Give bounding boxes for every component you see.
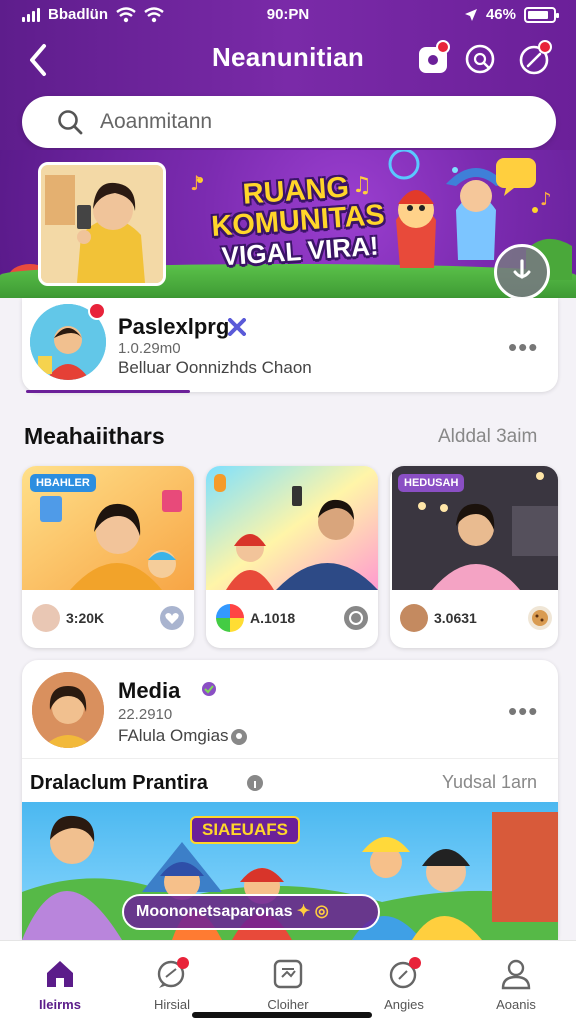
active-tab-indicator — [26, 390, 190, 393]
video-card[interactable]: HEDUSAH 3.0631 — [390, 466, 558, 648]
battery-percent: 46% — [485, 6, 516, 23]
cookie-button[interactable] — [528, 606, 552, 630]
nav-label: Cloiher — [267, 997, 309, 1012]
microphone-icon — [513, 259, 531, 279]
location-icon — [464, 8, 477, 21]
share-button[interactable] — [344, 606, 368, 630]
video-stat: A.1018 — [250, 610, 296, 626]
notification-badge-2 — [538, 40, 552, 54]
verified-icon — [228, 318, 246, 336]
avatar[interactable] — [32, 672, 104, 748]
camera-button[interactable] — [416, 40, 450, 76]
video-stat: 3:20K — [66, 610, 105, 626]
search-header-button[interactable] — [464, 42, 498, 76]
video-tag — [214, 474, 226, 492]
nav-label: Angies — [384, 997, 424, 1012]
nav-home[interactable]: Ileirms — [10, 957, 110, 1017]
svg-text:♪: ♪ — [190, 171, 203, 195]
feature-title: Dralaclum Prantira — [30, 772, 208, 794]
video-stat: 3.0631 — [434, 610, 477, 626]
media-icon — [273, 959, 303, 989]
search-bar[interactable] — [22, 96, 556, 148]
banner-headline: RUANG KOMUNITAS VIGAL VIRA! — [205, 170, 391, 272]
woman-avatar-illustration — [32, 672, 104, 748]
video-tag: HBAHLER — [30, 474, 96, 492]
home-indicator — [192, 1012, 372, 1018]
info-icon — [247, 775, 263, 791]
nav-notifications[interactable]: Angies — [354, 957, 454, 1017]
bell-icon — [389, 957, 421, 989]
search-icon — [58, 110, 83, 135]
emoji-icon — [349, 611, 363, 625]
header: Bbadlün 90:PN 46% Neanunitian — [0, 0, 576, 156]
woman-with-phone-illustration — [41, 165, 163, 283]
post-author[interactable]: Media — [118, 678, 180, 704]
mini-avatar — [32, 604, 60, 632]
see-all-link[interactable]: Alddal 3aim — [438, 426, 537, 448]
profile-icon — [501, 959, 531, 990]
post-card[interactable]: Paslexlprg 1.0.29m0 Belluar Oonnizhds Ch… — [22, 298, 558, 393]
nav-profile[interactable]: Aoanis — [466, 957, 566, 1017]
video-tag: HEDUSAH — [398, 474, 465, 492]
divider — [22, 758, 558, 759]
feature-caption: Moononetsaparonas ✦ ◎ — [122, 894, 380, 930]
avatar-badge — [88, 302, 106, 320]
verified-icon — [202, 682, 216, 696]
cookie-icon — [532, 610, 548, 626]
mini-avatar — [400, 604, 428, 632]
status-bar: Bbadlün 90:PN 46% — [0, 6, 576, 30]
community-banner[interactable]: ♪ ♫ ♪ RUANG KOMUNITAS VIGAL VIRA! — [0, 150, 576, 298]
feature-media[interactable]: SIAEUAFS Moononetsaparonas ✦ ◎ — [22, 802, 558, 940]
video-card[interactable]: A.1018 — [206, 466, 378, 648]
home-icon — [47, 961, 73, 987]
post-subtitle: FAlula Omgias — [118, 726, 229, 745]
post-timestamp: 1.0.29m0 — [118, 340, 181, 357]
nav-label: Hirsial — [153, 997, 191, 1012]
nav-chat[interactable]: Hirsial — [122, 957, 222, 1017]
emoji-icon: ✦ ◎ — [296, 903, 329, 920]
search-input[interactable] — [100, 104, 520, 140]
group-icon — [231, 729, 247, 745]
nav-label: Aoanis — [496, 997, 536, 1012]
chat-icon — [157, 957, 189, 988]
post-timestamp: 22.2910 — [118, 706, 173, 723]
post-card[interactable]: Media 22.2910 FAlula Omgias ••• Dralaclu… — [22, 660, 558, 950]
activity-button[interactable] — [518, 40, 552, 76]
like-button[interactable] — [160, 606, 184, 630]
nav-media[interactable]: Cloiher — [238, 957, 338, 1017]
feature-link[interactable]: Yudsal 1arn — [442, 772, 537, 793]
battery-icon — [524, 6, 559, 23]
post-subtitle: Belluar Oonnizhds Chaon — [118, 358, 312, 377]
video-card[interactable]: HBAHLER 3:20K — [22, 466, 194, 648]
nav-label: Ileirms — [39, 997, 81, 1012]
more-options-button[interactable]: ••• — [508, 334, 538, 360]
heart-icon — [165, 613, 179, 624]
section-title: Meahaiithars — [24, 423, 165, 449]
feature-badge: SIAEUAFS — [190, 816, 300, 844]
feature-caption-text: Moononetsaparonas — [136, 903, 293, 920]
search-icon — [465, 44, 495, 74]
voice-button[interactable] — [494, 244, 550, 300]
more-options-button[interactable]: ••• — [508, 698, 538, 724]
mini-avatar — [216, 604, 244, 632]
post-author[interactable]: Paslexlprg — [118, 314, 229, 340]
notification-badge — [436, 40, 450, 54]
video-thumbnail — [206, 466, 378, 590]
banner-photo — [38, 162, 166, 286]
